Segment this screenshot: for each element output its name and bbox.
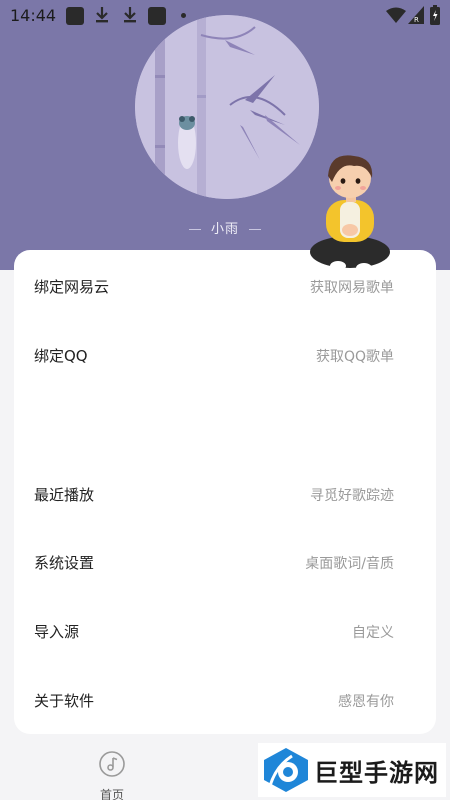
divider — [249, 229, 261, 230]
menu-item-label: 关于软件 — [34, 692, 95, 710]
battery-icon — [430, 5, 440, 25]
bamboo-cicada-illustration — [135, 15, 319, 199]
menu-item-hint: 自定义 — [352, 625, 394, 641]
menu-item-import-source[interactable]: 导入源 自定义 — [14, 611, 436, 651]
watermark-text: 巨型手游网 — [314, 759, 439, 787]
wifi-icon — [386, 7, 406, 23]
dot-icon — [181, 13, 186, 18]
menu-item-label: 最近播放 — [34, 486, 95, 504]
signal-icon: R — [408, 6, 424, 24]
menu-card: 绑定网易云 获取网易歌单 绑定QQ 获取QQ歌单 最近播放 寻觅好歌踪迹 系统设… — [14, 250, 436, 734]
menu-item-hint: 获取QQ歌单 — [315, 349, 394, 365]
avatar[interactable] — [135, 15, 319, 199]
menu-item-label: 绑定网易云 — [34, 278, 110, 296]
tab-home[interactable]: 首页 — [82, 742, 142, 800]
svg-text:R: R — [414, 16, 419, 24]
character-figure — [308, 148, 394, 276]
download-icon — [96, 7, 108, 23]
menu-item-hint: 寻觅好歌踪迹 — [310, 488, 394, 504]
menu-item-hint: 获取网易歌单 — [310, 280, 394, 296]
menu-item-hint: 桌面歌词/音质 — [305, 556, 394, 572]
status-time: 14:44 — [10, 6, 57, 25]
menu-item-hint: 感恩有你 — [338, 694, 394, 710]
music-disc-icon — [99, 751, 125, 777]
menu-item-label: 绑定QQ — [34, 347, 88, 365]
menu-item-label: 导入源 — [34, 623, 80, 641]
watermark: 巨型手游网 — [258, 743, 446, 797]
app-square-icon — [148, 7, 166, 25]
divider — [188, 229, 201, 230]
character-illustration — [310, 155, 390, 273]
watermark-logo-icon — [264, 748, 308, 792]
menu-item-label: 系统设置 — [34, 554, 95, 572]
app-square-icon — [66, 7, 84, 25]
menu-item-recent-play[interactable]: 最近播放 寻觅好歌踪迹 — [14, 474, 436, 514]
menu-item-system-settings[interactable]: 系统设置 桌面歌词/音质 — [14, 542, 436, 582]
username: 小雨 — [210, 222, 239, 237]
menu-item-bind-qq[interactable]: 绑定QQ 获取QQ歌单 — [14, 335, 436, 375]
download-icon — [124, 7, 136, 23]
tab-home-label: 首页 — [99, 788, 124, 800]
menu-item-about[interactable]: 关于软件 感恩有你 — [14, 680, 436, 720]
